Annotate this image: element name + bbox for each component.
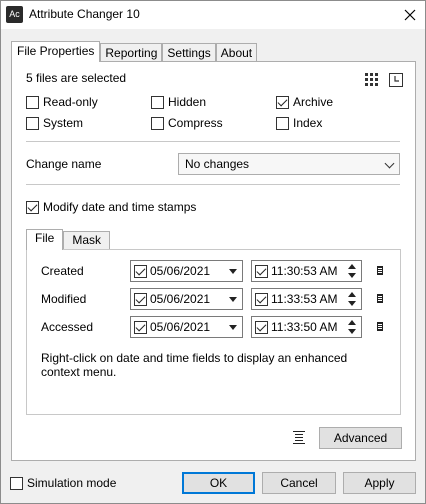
apply-button[interactable]: Apply xyxy=(343,472,416,494)
chevron-down-icon xyxy=(384,158,395,169)
change-name-label: Change name xyxy=(26,157,102,171)
checkbox-label: Hidden xyxy=(168,95,207,109)
spinner-icon[interactable] xyxy=(348,263,357,279)
tab-reporting[interactable]: Reporting xyxy=(100,43,163,61)
tab-file-properties[interactable]: File Properties xyxy=(11,41,101,62)
accessed-label: Accessed xyxy=(41,320,94,334)
ok-button[interactable]: OK xyxy=(182,472,255,494)
date-subtabs: File Mask xyxy=(26,229,111,250)
accessed-date-value: 05/06/2021 xyxy=(150,320,211,334)
created-date-picker[interactable]: 05/06/2021 xyxy=(130,260,243,282)
checkbox-box[interactable] xyxy=(26,116,39,130)
modified-date-picker[interactable]: 05/06/2021 xyxy=(130,288,243,310)
checkbox-box[interactable] xyxy=(255,320,268,334)
checkbox-label: Compress xyxy=(168,116,223,130)
app-icon: Ac xyxy=(6,6,23,23)
attr-compress-checkbox[interactable]: Compress xyxy=(151,116,223,130)
context-menu-icon[interactable] xyxy=(377,294,383,303)
accessed-time-picker[interactable]: 11:33:50 AM xyxy=(251,316,362,338)
align-icon[interactable] xyxy=(292,430,306,444)
modified-time-picker[interactable]: 11:33:53 AM xyxy=(251,288,362,310)
advanced-button[interactable]: Advanced xyxy=(319,427,402,449)
change-name-value: No changes xyxy=(185,157,250,171)
checkbox-label: Archive xyxy=(293,95,334,109)
checkbox-box[interactable] xyxy=(134,320,147,334)
attr-readonly-checkbox[interactable]: Read-only xyxy=(26,95,98,109)
checkbox-box[interactable] xyxy=(26,95,39,109)
checkbox-box[interactable] xyxy=(134,264,147,278)
simulation-mode-checkbox[interactable]: Simulation mode xyxy=(10,476,116,490)
created-date-value: 05/06/2021 xyxy=(150,264,211,278)
dropdown-arrow-icon xyxy=(229,297,237,302)
checkbox-box[interactable] xyxy=(255,292,268,306)
created-time-picker[interactable]: 11:30:53 AM xyxy=(251,260,362,282)
main-tabs: File Properties Reporting Settings About xyxy=(11,41,258,62)
checkbox-box[interactable] xyxy=(26,200,39,214)
divider xyxy=(26,141,400,142)
close-button[interactable] xyxy=(395,1,425,29)
cancel-button[interactable]: Cancel xyxy=(262,472,336,494)
close-icon xyxy=(404,9,416,21)
modified-date-value: 05/06/2021 xyxy=(150,292,211,306)
checkbox-box[interactable] xyxy=(276,95,289,109)
attr-index-checkbox[interactable]: Index xyxy=(276,116,322,130)
title-bar: Ac Attribute Changer 10 xyxy=(1,1,425,29)
divider xyxy=(26,184,400,185)
attr-hidden-checkbox[interactable]: Hidden xyxy=(151,95,206,109)
dropdown-arrow-icon xyxy=(229,269,237,274)
checkbox-box[interactable] xyxy=(10,476,23,490)
checkbox-label: System xyxy=(43,116,84,130)
checkbox-label: Index xyxy=(293,116,323,130)
checkbox-box[interactable] xyxy=(134,292,147,306)
context-menu-icon[interactable] xyxy=(377,322,383,331)
subtab-mask[interactable]: Mask xyxy=(63,231,111,249)
spinner-icon[interactable] xyxy=(348,291,357,307)
dialog-window: Ac Attribute Changer 10 File Properties … xyxy=(0,0,426,504)
subtab-file[interactable]: File xyxy=(26,229,64,250)
accessed-time-value: 11:33:50 AM xyxy=(271,320,338,334)
checkbox-box[interactable] xyxy=(276,116,289,130)
tab-about[interactable]: About xyxy=(215,43,258,61)
attr-system-checkbox[interactable]: System xyxy=(26,116,83,130)
context-menu-icon[interactable] xyxy=(377,266,383,275)
checkbox-label: Simulation mode xyxy=(27,476,117,490)
modify-dates-checkbox[interactable]: Modify date and time stamps xyxy=(26,200,196,214)
accessed-date-picker[interactable]: 05/06/2021 xyxy=(130,316,243,338)
created-label: Created xyxy=(41,264,84,278)
selection-count-text: 5 files are selected xyxy=(26,71,127,85)
context-menu-hint: Right-click on date and time fields to d… xyxy=(41,351,348,379)
modified-time-value: 11:33:53 AM xyxy=(271,292,338,306)
modified-label: Modified xyxy=(41,292,87,306)
created-time-value: 11:30:53 AM xyxy=(271,264,338,278)
checkbox-label: Modify date and time stamps xyxy=(43,200,197,214)
checkbox-box[interactable] xyxy=(151,116,164,130)
checkbox-box[interactable] xyxy=(151,95,164,109)
tab-settings[interactable]: Settings xyxy=(162,43,216,61)
dropdown-arrow-icon xyxy=(229,325,237,330)
checkbox-label: Read-only xyxy=(43,95,98,109)
grid-view-icon[interactable] xyxy=(365,73,379,87)
spinner-icon[interactable] xyxy=(348,319,357,335)
clock-icon[interactable] xyxy=(389,73,403,87)
change-name-select[interactable]: No changes xyxy=(178,153,400,175)
checkbox-box[interactable] xyxy=(255,264,268,278)
attr-archive-checkbox[interactable]: Archive xyxy=(276,95,333,109)
window-title: Attribute Changer 10 xyxy=(29,7,140,21)
